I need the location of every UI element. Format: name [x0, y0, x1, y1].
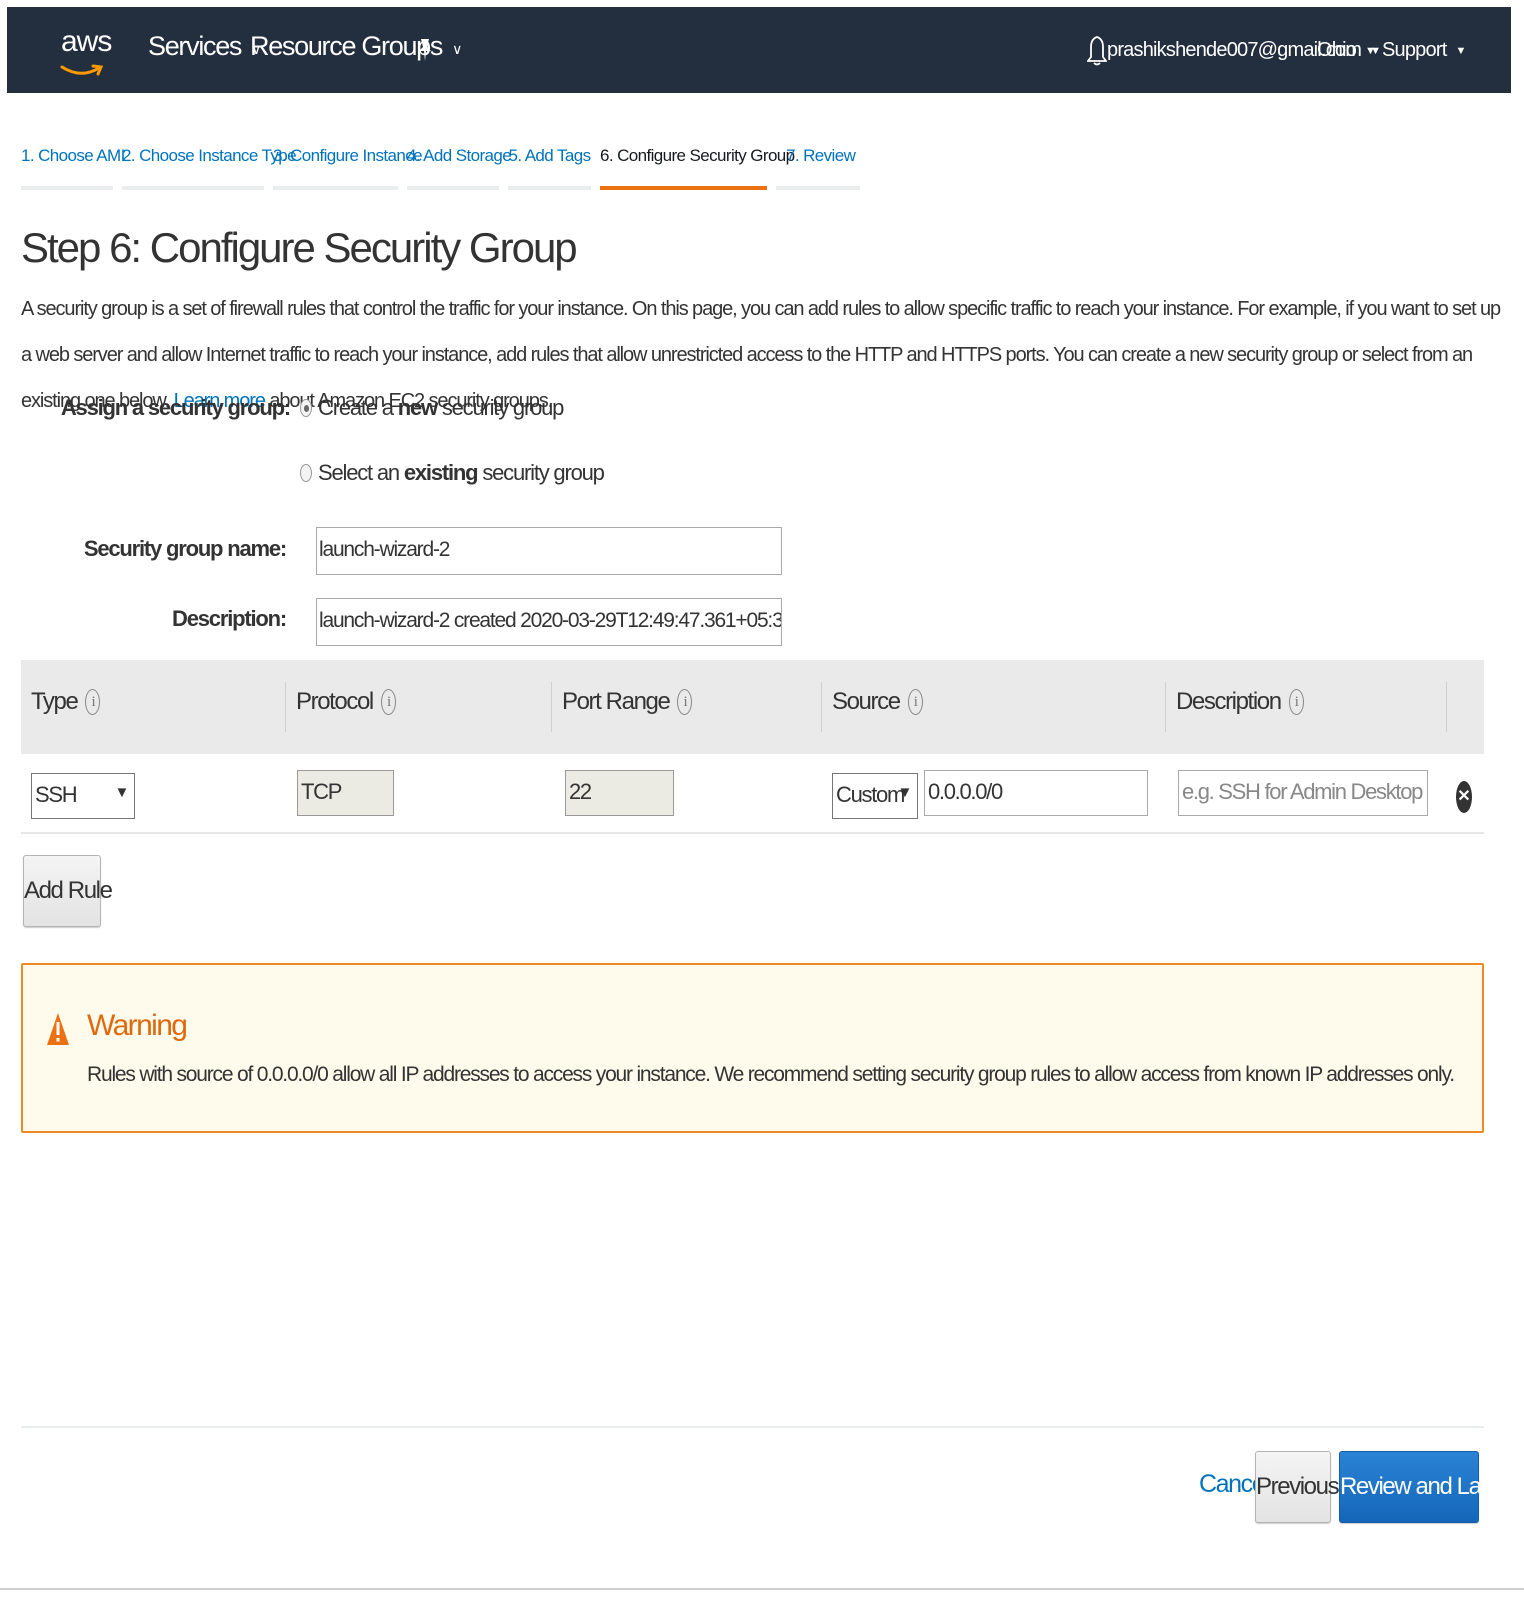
- column-divider: [1165, 682, 1166, 732]
- warning-alert: Warning Rules with source of 0.0.0.0/0 a…: [21, 963, 1484, 1133]
- header-description-label: Description: [1176, 688, 1282, 715]
- header-type-label: Type: [31, 688, 79, 715]
- aws-logo[interactable]: aws: [59, 19, 112, 81]
- review-and-launch-button[interactable]: Review and Launch: [1339, 1451, 1524, 1523]
- caret-down-icon: ▼: [114, 784, 129, 801]
- table-row: SSH ▼ TCP 22 Custom ▼ 0.0.0.0/0 e.g. SSH…: [21, 754, 1484, 834]
- group-name-input[interactable]: launch-wizard-2: [316, 527, 782, 575]
- info-icon[interactable]: i: [380, 689, 396, 715]
- header-source-label: Source: [832, 688, 901, 715]
- add-rule-button[interactable]: Add Rule: [23, 855, 113, 927]
- header-port-range: Port Range i: [562, 688, 693, 716]
- support-menu[interactable]: Support ▼: [1382, 39, 1466, 62]
- source-mode-value: Custom: [836, 782, 905, 807]
- group-name-label: Security group name:: [83, 536, 287, 561]
- option-select-existing[interactable]: Select an existing security group: [300, 460, 605, 486]
- group-description-input[interactable]: launch-wizard-2 created 2020-03-29T12:49…: [316, 598, 782, 646]
- header-source: Source i: [832, 688, 923, 716]
- support-label: Support: [1382, 39, 1447, 61]
- bell-icon[interactable]: [1087, 35, 1107, 67]
- info-icon[interactable]: i: [907, 689, 923, 715]
- radio-create-new[interactable]: [300, 399, 312, 417]
- region-menu[interactable]: Ohio ▼: [1317, 39, 1376, 62]
- page-bottom-divider: [0, 1588, 1524, 1598]
- warning-text: Rules with source of 0.0.0.0/0 allow all…: [87, 1063, 1455, 1086]
- wizard-steps: 1. Choose AMI 2. Choose Instance Type 3.…: [21, 133, 869, 190]
- services-label: Services: [148, 31, 242, 61]
- caret-down-icon: ▼: [1455, 44, 1466, 57]
- aws-smile-icon: [60, 64, 104, 76]
- step-configure-security-group[interactable]: 6. Configure Security Group: [600, 133, 795, 190]
- top-nav-bar: aws Services ∨ Resource Groups ∨ prashik…: [7, 7, 1511, 93]
- chevron-down-icon: ∨: [452, 41, 462, 57]
- step-review[interactable]: 7. Review: [776, 133, 860, 190]
- header-protocol-label: Protocol: [296, 688, 374, 715]
- option-create-new[interactable]: Create a new security group: [300, 395, 565, 421]
- radio-select-existing[interactable]: [300, 464, 312, 482]
- footer-divider: [21, 1426, 1484, 1428]
- option-existing-text: Select an: [318, 460, 400, 485]
- column-divider: [551, 682, 552, 732]
- step-configure-instance[interactable]: 3. Configure Instance: [273, 133, 423, 190]
- info-icon[interactable]: i: [677, 689, 693, 715]
- option-existing-text-end: security group: [482, 460, 605, 485]
- resource-groups-label: Resource Groups: [250, 31, 443, 61]
- remove-rule-icon[interactable]: ✕: [1456, 781, 1472, 813]
- option-existing-bold: existing: [403, 460, 479, 485]
- caret-down-icon: ▼: [1365, 44, 1376, 57]
- aws-logo-text: aws: [61, 25, 112, 58]
- option-new-bold: new: [397, 395, 438, 420]
- step-add-tags[interactable]: 5. Add Tags: [508, 133, 591, 190]
- previous-button[interactable]: Previous: [1255, 1451, 1340, 1523]
- header-description: Description i: [1176, 688, 1304, 716]
- header-protocol: Protocol i: [296, 688, 396, 716]
- column-divider: [821, 682, 822, 732]
- option-new-text-end: security group: [441, 395, 565, 420]
- assign-group-label: Assign a security group:: [60, 395, 291, 420]
- group-description-label: Description:: [172, 606, 287, 631]
- column-divider: [285, 682, 286, 732]
- option-new-text: Create a: [318, 395, 394, 420]
- step-choose-instance-type[interactable]: 2. Choose Instance Type: [122, 133, 297, 190]
- source-cidr-input[interactable]: 0.0.0.0/0: [924, 770, 1148, 816]
- source-mode-select[interactable]: Custom ▼: [832, 773, 918, 819]
- info-icon[interactable]: i: [1288, 689, 1304, 715]
- page-title: Step 6: Configure Security Group: [21, 224, 578, 271]
- info-icon[interactable]: i: [85, 689, 101, 715]
- type-select[interactable]: SSH ▼: [31, 773, 135, 819]
- type-value: SSH: [35, 782, 78, 807]
- region-label: Ohio: [1317, 39, 1357, 61]
- warning-triangle-icon: [47, 1013, 69, 1045]
- warning-title: Warning: [87, 1009, 188, 1042]
- header-port-range-label: Port Range: [562, 688, 671, 715]
- port-range-field: 22: [565, 770, 674, 816]
- step-add-storage[interactable]: 4. Add Storage: [407, 133, 512, 190]
- column-divider: [1446, 682, 1447, 732]
- header-type: Type i: [31, 688, 101, 716]
- caret-down-icon: ▼: [897, 784, 912, 801]
- rules-table-header: Type i Protocol i Port Range i Source i Desc…: [21, 660, 1484, 754]
- services-menu[interactable]: Services ∨: [148, 31, 261, 62]
- protocol-field: TCP: [297, 770, 394, 816]
- pin-icon[interactable]: [417, 37, 433, 63]
- rule-description-input[interactable]: e.g. SSH for Admin Desktop: [1178, 770, 1428, 816]
- step-choose-ami[interactable]: 1. Choose AMI: [21, 133, 125, 190]
